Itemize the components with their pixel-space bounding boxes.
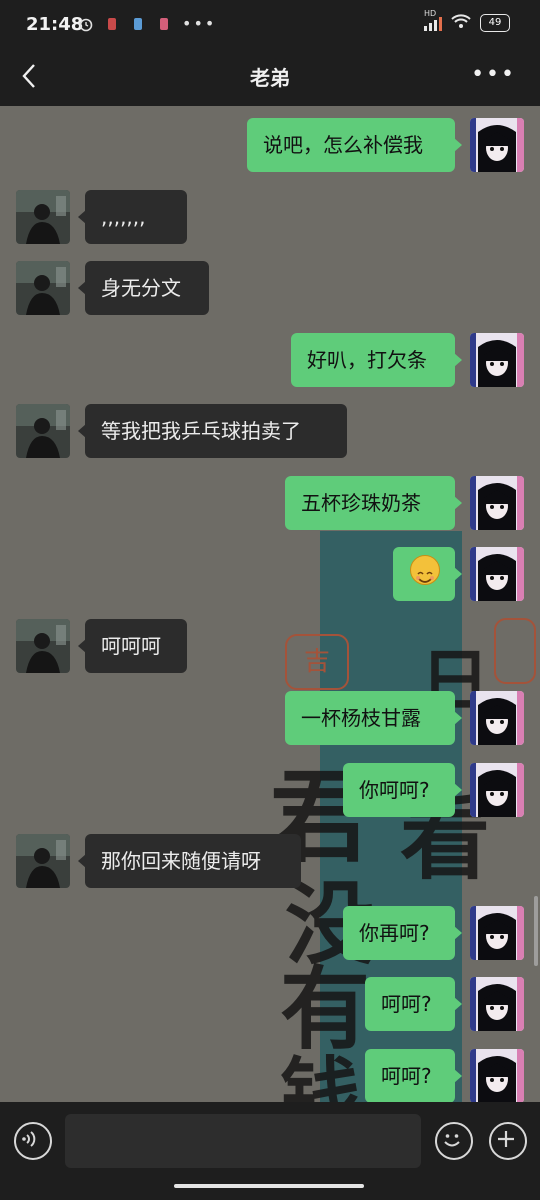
message-text: 呵呵? xyxy=(381,992,432,1016)
outgoing-message-row xyxy=(0,547,540,601)
voice-icon xyxy=(22,1131,36,1147)
message-input[interactable] xyxy=(65,1114,421,1168)
app-notification-icon xyxy=(130,16,146,32)
my-avatar[interactable] xyxy=(470,118,524,172)
message-text: 那你回来随便请呀 xyxy=(101,849,261,873)
status-right-icons: HD 49 xyxy=(424,9,510,33)
voice-input-button[interactable] xyxy=(14,1122,52,1160)
message-bubble[interactable] xyxy=(393,547,462,601)
contact-avatar[interactable] xyxy=(16,834,70,888)
message-text: 呵呵呵 xyxy=(101,634,161,658)
message-bubble[interactable]: 说吧，怎么补偿我 xyxy=(247,118,462,172)
message-text: 五杯珍珠奶茶 xyxy=(301,491,421,515)
contact-avatar[interactable] xyxy=(16,261,70,315)
outgoing-message-row: 你再呵? xyxy=(0,906,540,960)
app-notification-icon xyxy=(104,16,120,32)
contact-avatar[interactable] xyxy=(16,619,70,673)
message-text: 呵呵? xyxy=(381,1064,432,1088)
home-indicator[interactable] xyxy=(174,1184,364,1188)
wifi-icon xyxy=(450,13,472,33)
message-bubble[interactable]: 呵呵呵 xyxy=(78,619,187,673)
my-avatar[interactable] xyxy=(470,763,524,817)
message-bubble[interactable]: 那你回来随便请呀 xyxy=(78,834,301,888)
network-badge: HD xyxy=(424,9,437,18)
outgoing-message-row: 呵呵? xyxy=(0,1049,540,1102)
status-notification-icons: ••• xyxy=(78,14,216,33)
incoming-message-row: ,,,,,,, xyxy=(0,190,540,244)
message-bubble[interactable]: 呵呵? xyxy=(365,1049,462,1102)
more-functions-button[interactable] xyxy=(489,1122,527,1160)
incoming-message-row: 呵呵呵 xyxy=(0,619,540,673)
status-time: 21:48 xyxy=(26,14,84,35)
message-text: 说吧，怎么补偿我 xyxy=(263,133,423,157)
alarm-icon xyxy=(78,16,94,32)
my-avatar[interactable] xyxy=(470,547,524,601)
battery-level: 49 xyxy=(488,17,502,28)
message-bubble[interactable]: 一杯杨枝甘露 xyxy=(285,691,462,745)
message-bubble[interactable]: ,,,,,,, xyxy=(78,190,187,244)
contact-avatar[interactable] xyxy=(16,190,70,244)
more-options-button[interactable]: ••• xyxy=(471,62,516,87)
message-bubble[interactable]: 你呵呵? xyxy=(343,763,462,817)
message-bubble[interactable]: 五杯珍珠奶茶 xyxy=(285,476,462,530)
my-avatar[interactable] xyxy=(470,476,524,530)
message-text: 一杯杨枝甘露 xyxy=(301,706,421,730)
message-bubble[interactable]: 你再呵? xyxy=(343,906,462,960)
outgoing-message-row: 五杯珍珠奶茶 xyxy=(0,476,540,530)
incoming-message-row: 等我把我乒乓球拍卖了 xyxy=(0,404,540,458)
signal-icon: HD xyxy=(424,9,442,31)
grinning-face-emoji xyxy=(410,555,440,585)
outgoing-message-row: 一杯杨枝甘露 xyxy=(0,691,540,745)
message-list[interactable]: 日 看 君 没 有 钱 吉 说吧，怎么补偿我,,,,,,, 身无分文 好叭，打欠条等… xyxy=(0,106,540,1102)
incoming-message-row: 那你回来随便请呀 xyxy=(0,834,540,888)
incoming-message-row: 身无分文 xyxy=(0,261,540,315)
message-bubble[interactable]: 呵呵? xyxy=(365,977,462,1031)
message-text: 身无分文 xyxy=(101,276,181,300)
plus-icon xyxy=(498,1131,514,1147)
message-text: 你再呵? xyxy=(359,921,430,945)
message-text: 好叭，打欠条 xyxy=(307,348,427,372)
message-bubble[interactable]: 身无分文 xyxy=(78,261,209,315)
smiley-icon xyxy=(444,1134,460,1147)
scroll-indicator[interactable] xyxy=(534,896,538,966)
my-avatar[interactable] xyxy=(470,906,524,960)
outgoing-message-row: 好叭，打欠条 xyxy=(0,333,540,387)
outgoing-message-row: 呵呵? xyxy=(0,977,540,1031)
contact-name: 老弟 xyxy=(250,66,290,90)
status-bar: 21:48 ••• HD 49 xyxy=(0,0,540,48)
my-avatar[interactable] xyxy=(470,691,524,745)
battery-icon: 49 xyxy=(480,14,510,32)
contact-avatar[interactable] xyxy=(16,404,70,458)
message-bubble[interactable]: 等我把我乒乓球拍卖了 xyxy=(78,404,347,458)
outgoing-message-row: 说吧，怎么补偿我 xyxy=(0,118,540,172)
message-text: 等我把我乒乓球拍卖了 xyxy=(101,419,301,443)
emoji-button[interactable] xyxy=(435,1122,473,1160)
message-text: 你呵呵? xyxy=(359,778,430,802)
my-avatar[interactable] xyxy=(470,333,524,387)
more-notifications-icon: ••• xyxy=(182,14,217,33)
chat-header: 老弟 ••• xyxy=(0,48,540,106)
my-avatar[interactable] xyxy=(470,977,524,1031)
message-bubble[interactable]: 好叭，打欠条 xyxy=(291,333,462,387)
my-avatar[interactable] xyxy=(470,1049,524,1102)
message-text: ,,,,,,, xyxy=(101,205,146,229)
outgoing-message-row: 你呵呵? xyxy=(0,763,540,817)
app-notification-icon xyxy=(156,16,172,32)
